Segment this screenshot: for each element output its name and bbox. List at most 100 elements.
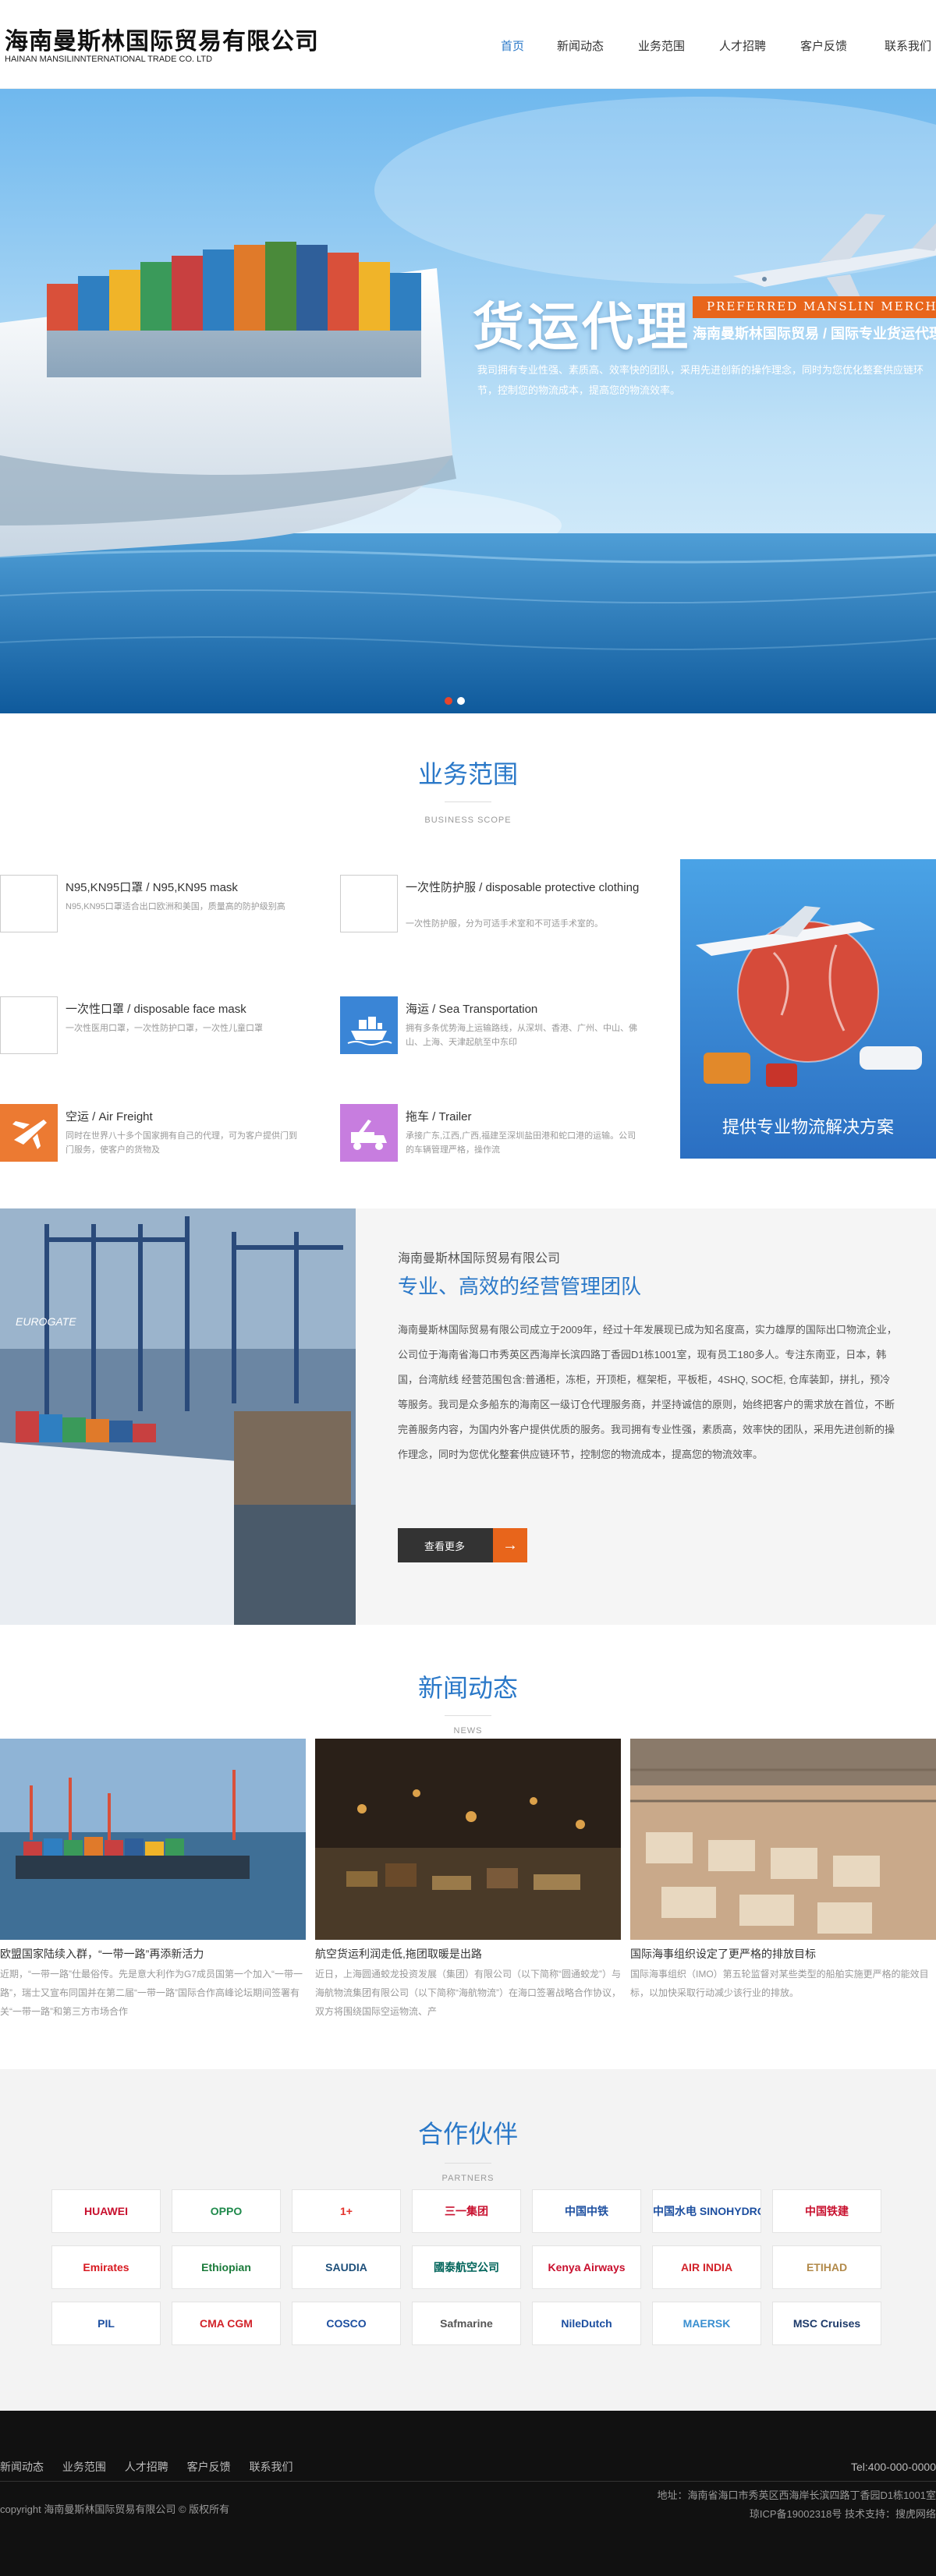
banner-description: 我司拥有专业性强、素质高、效率快的团队，采用先进创新的操作理念，同时为您优化整套…: [477, 364, 924, 396]
about-heading: 专业、高效的经营管理团队: [398, 1275, 642, 1298]
site-footer: 新闻动态 业务范围 人才招聘 客户反馈 联系我们 Tel:400-000-000…: [0, 2411, 936, 2576]
news-subtitle: NEWS: [453, 1726, 483, 1736]
footer-nav-feedback[interactable]: 客户反馈: [187, 2461, 231, 2473]
promo-caption: 提供专业物流解决方案: [722, 1117, 894, 1137]
service-desc: 承接广东,江西,广西,福建至深圳盐田港和蛇口港的运输。公司的车辆管理严格，操作流: [406, 1131, 636, 1155]
partner-logo-cma-cgm[interactable]: CMA CGM: [172, 2302, 281, 2345]
footer-nav-careers[interactable]: 人才招聘: [125, 2461, 168, 2473]
hero-illustration: [0, 89, 936, 713]
view-more-label: 查看更多: [424, 1541, 466, 1552]
partner-logo-cathay[interactable]: 國泰航空公司: [412, 2245, 521, 2289]
partner-logo-crec[interactable]: 中国中铁: [532, 2189, 641, 2233]
nav-home[interactable]: 首页: [501, 37, 524, 54]
carousel-dot-2[interactable]: [457, 697, 465, 705]
service-n95-mask[interactable]: N95,KN95口罩 / N95,KN95 mask N95,KN95口罩适合出…: [0, 875, 296, 937]
logo-company-name[interactable]: 海南曼斯林国际贸易有限公司: [5, 22, 319, 56]
nav-news[interactable]: 新闻动态: [557, 37, 604, 54]
service-trailer[interactable]: 拖车 / Trailer 承接广东,江西,广西,福建至深圳盐田港和蛇口港的运输。…: [340, 1104, 636, 1166]
airplane-icon: [0, 1104, 58, 1162]
partner-logo-pil[interactable]: PIL: [51, 2302, 161, 2345]
banner-subtitle: 海南曼斯林国际贸易 / 国际专业货运代理: [693, 326, 936, 341]
service-desc: N95,KN95口罩适合出口欧洲和美国，质量高的防护级别高: [66, 902, 285, 911]
view-more-button[interactable]: 查看更多 →: [398, 1528, 527, 1562]
image-placeholder-icon: [0, 875, 58, 932]
nav-feedback[interactable]: 客户反馈: [800, 37, 847, 54]
news-desc: 近日，上海圆通蛟龙投资发展（集团）有限公司（以下简称“圆通蛟龙”）与海航物流集团…: [315, 1969, 621, 2017]
service-desc: 拥有多条优势海上运输路线，从深圳、香港、广州、中山、佛山、上海、天津起航至中东印: [406, 1024, 637, 1047]
logo-english-name: HAINAN MANSILINNTERNATIONAL TRADE CO. LT…: [5, 55, 213, 64]
footer-nav-scope[interactable]: 业务范围: [62, 2461, 106, 2473]
footer-nav-contact[interactable]: 联系我们: [250, 2461, 293, 2473]
partners-divider: [445, 2163, 491, 2164]
partner-logo-oneplus[interactable]: 1+: [292, 2189, 401, 2233]
partner-logo-maersk[interactable]: MAERSK: [652, 2302, 761, 2345]
ship-icon: [340, 996, 398, 1054]
hero-banner[interactable]: 货运代理 PREFERRED MANSLIN MERCHANTS 海南曼斯林国际…: [0, 89, 936, 713]
footer-divider: [0, 2481, 936, 2482]
partner-logo-saudia[interactable]: SAUDIA: [292, 2245, 401, 2289]
news-divider: [445, 1715, 491, 1716]
image-placeholder-icon: [340, 875, 398, 932]
nav-careers[interactable]: 人才招聘: [719, 37, 766, 54]
partner-logo-oppo[interactable]: OPPO: [172, 2189, 281, 2233]
partner-logo-msc[interactable]: MSC Cruises: [772, 2302, 881, 2345]
news-photo-warehouse: [630, 1739, 936, 1940]
service-title: 海运 / Sea Transportation: [406, 1003, 538, 1016]
banner-title: 货运代理: [473, 298, 691, 356]
footer-icp: 琼ICP备19002318号 技术支持：搜虎网络: [749, 2508, 936, 2520]
news-title[interactable]: 国际海事组织设定了更严格的排放目标: [630, 1946, 936, 1962]
service-title: 一次性口罩 / disposable face mask: [66, 1003, 246, 1016]
service-face-mask[interactable]: 一次性口罩 / disposable face mask 一次性医用口罩，一次性…: [0, 996, 296, 1059]
scope-divider: [445, 801, 491, 802]
news-title[interactable]: 航空货运利润走低,拖团取暖是出路: [315, 1946, 621, 1962]
partner-logo-emirates[interactable]: Emirates: [51, 2245, 161, 2289]
scope-title: 业务范围: [417, 760, 518, 788]
footer-address: 地址：海南省海口市秀英区西海岸长滨四路丁香园D1栋1001室: [657, 2489, 936, 2501]
news-desc: 国际海事组织（IMO）第五轮监督对某些类型的船舶实施更严格的能效目标，以加快采取…: [630, 1969, 929, 1998]
banner-tag: PREFERRED MANSLIN MERCHANTS: [693, 296, 936, 318]
arrow-right-icon: →: [493, 1528, 527, 1562]
footer-copyright: copyright 海南曼斯林国际贸易有限公司 © 版权所有: [0, 2503, 230, 2515]
partner-logo-sany[interactable]: 三一集团: [412, 2189, 521, 2233]
partner-logo-ethiopian[interactable]: Ethiopian: [172, 2245, 281, 2289]
service-title: 拖车 / Trailer: [406, 1110, 472, 1123]
footer-nav-news[interactable]: 新闻动态: [0, 2461, 44, 2473]
logistics-promo[interactable]: 提供专业物流解决方案: [680, 859, 936, 1159]
image-placeholder-icon: [0, 996, 58, 1054]
service-sea-transport[interactable]: 海运 / Sea Transportation 拥有多条优势海上运输路线，从深圳…: [340, 996, 637, 1059]
partner-logo-sinohydro[interactable]: 中国水电 SINOHYDRO: [652, 2189, 761, 2233]
svg-text:EUROGATE: EUROGATE: [16, 1315, 76, 1328]
partner-logo-niledutch[interactable]: NileDutch: [532, 2302, 641, 2345]
partners-subtitle: PARTNERS: [441, 2174, 495, 2183]
partner-logo-etihad[interactable]: ETIHAD: [772, 2245, 881, 2289]
partner-logo-crcc[interactable]: 中国铁建: [772, 2189, 881, 2233]
partner-logo-huawei[interactable]: HUAWEI: [51, 2189, 161, 2233]
footer-nav: 新闻动态 业务范围 人才招聘 客户反馈 联系我们: [0, 2459, 309, 2475]
news-desc: 近期，“一带一路”仕最俗传。先是意大利作为G7成员国第一个加入“一带一路”，瑞士…: [0, 1969, 303, 2017]
about-section: EUROGATE 海南曼斯林国际贸易有限公司 专业、高效的经营管理团队 海南曼斯…: [0, 1208, 936, 1625]
service-protective-clothing[interactable]: 一次性防护服 / disposable protective clothing …: [340, 875, 639, 937]
nav-contact[interactable]: 联系我们: [885, 37, 931, 54]
main-nav: 首页 新闻动态 业务范围 人才招聘 客户反馈 联系我们: [484, 37, 936, 56]
partner-logo-safmarine[interactable]: Safmarine: [412, 2302, 521, 2345]
news-title: 新闻动态: [417, 1674, 518, 1702]
partner-logo-air-india[interactable]: AIR INDIA: [652, 2245, 761, 2289]
site-header: 海南曼斯林国际贸易有限公司 HAINAN MANSILINNTERNATIONA…: [0, 0, 936, 89]
partner-logo-cosco[interactable]: COSCO: [292, 2302, 401, 2345]
about-body: 海南曼斯林国际贸易有限公司成立于2009年，经过十年发展现已成为知名度高，实力雄…: [398, 1324, 897, 1460]
news-photo-harbor: [0, 1739, 306, 1940]
partner-logo-kenya-airways[interactable]: Kenya Airways: [532, 2245, 641, 2289]
service-desc: 一次性医用口罩，一次性防护口罩，一次性儿童口罩: [66, 1024, 263, 1033]
service-air-freight[interactable]: 空运 / Air Freight 同时在世界八十多个国家拥有自己的代理，可为客户…: [0, 1104, 297, 1166]
news-title[interactable]: 欧盟国家陆续入群，“一带一路”再添新活力: [0, 1946, 306, 1962]
service-desc: 一次性防护服，分为可适手术室和不可适手术室的。: [406, 919, 603, 929]
tow-truck-icon: [340, 1104, 398, 1162]
service-title: 一次性防护服 / disposable protective clothing: [406, 881, 640, 894]
partners-section: 合作伙伴 PARTNERS HUAWEI OPPO 1+ 三一集团 中国中铁 中国水电 S…: [0, 2069, 936, 2411]
service-title: 空运 / Air Freight: [66, 1110, 153, 1123]
service-desc: 同时在世界八十多个国家拥有自己的代理，可为客户提供门到门服务，使客户的货物及: [66, 1131, 297, 1155]
carousel-dot-1[interactable]: [445, 697, 452, 705]
partners-title: 合作伙伴: [417, 2120, 518, 2148]
nav-business-scope[interactable]: 业务范围: [638, 37, 685, 54]
footer-tel: Tel:400-000-0000: [851, 2461, 936, 2473]
